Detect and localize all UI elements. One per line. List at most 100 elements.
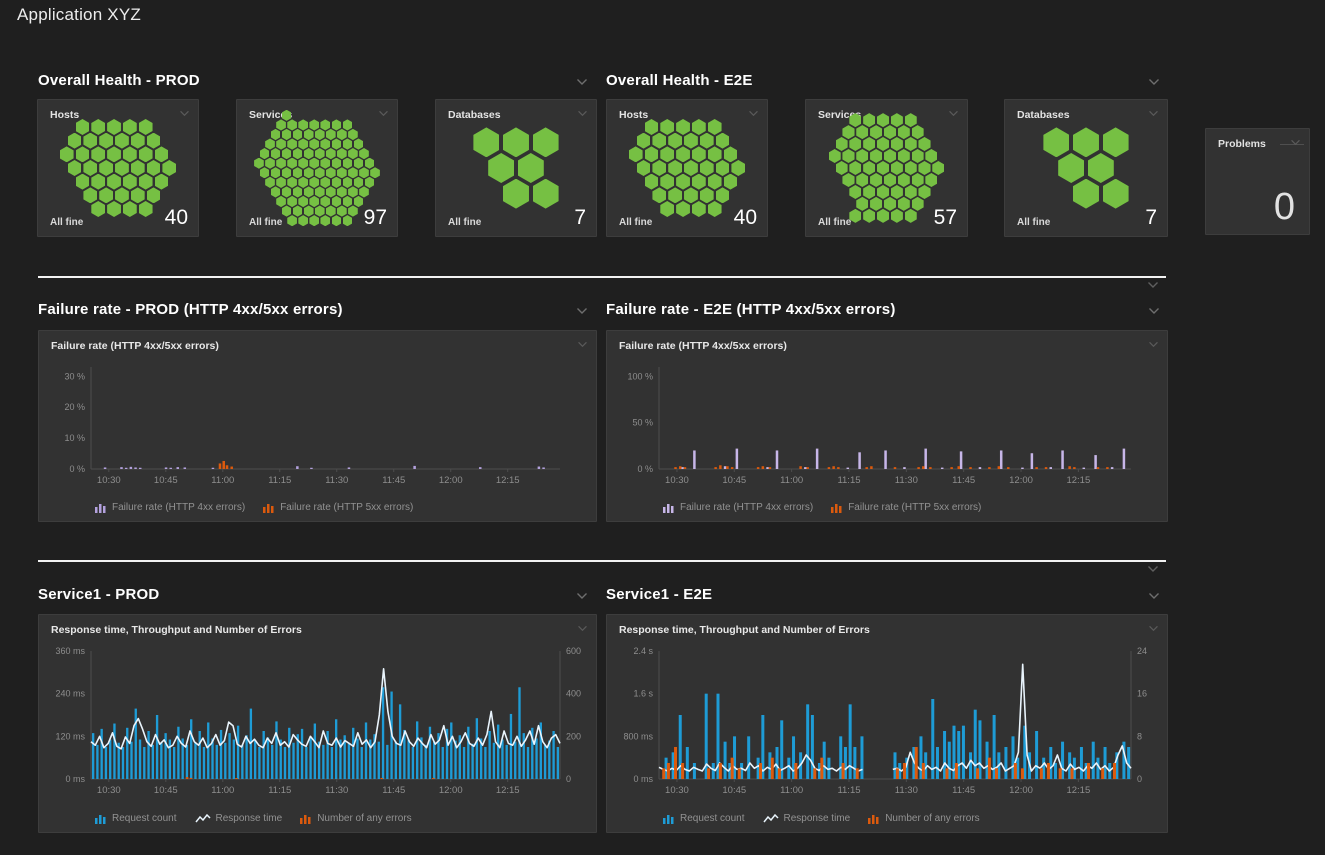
hexagon[interactable] — [354, 138, 364, 149]
legend-item[interactable]: Number of any errors — [300, 813, 411, 824]
hexagon[interactable] — [60, 146, 74, 162]
hexagon[interactable] — [276, 196, 286, 207]
hexagon[interactable] — [645, 146, 659, 162]
hexagon[interactable] — [260, 167, 270, 178]
hexagon[interactable] — [716, 133, 730, 149]
hexagon[interactable] — [271, 148, 281, 159]
hexagon[interactable] — [1073, 127, 1099, 157]
hexagon[interactable] — [645, 174, 659, 190]
chevron-down-icon[interactable] — [577, 625, 588, 632]
hexagon[interactable] — [918, 161, 930, 175]
hexagon[interactable] — [856, 149, 868, 163]
hexagon[interactable] — [315, 167, 325, 178]
hexagon[interactable] — [123, 174, 137, 190]
hexagon[interactable] — [668, 160, 682, 176]
hexagon[interactable] — [115, 187, 129, 203]
chevron-down-icon[interactable] — [577, 110, 588, 117]
hexagon[interactable] — [708, 174, 722, 190]
hexagon[interactable] — [276, 177, 286, 188]
hexagon[interactable] — [877, 185, 889, 199]
hexagon[interactable] — [1088, 153, 1114, 183]
hexagon[interactable] — [155, 146, 169, 162]
hexagon[interactable] — [708, 146, 722, 162]
hexagon[interactable] — [139, 174, 153, 190]
hexagon[interactable] — [287, 158, 297, 169]
hexagon[interactable] — [260, 148, 270, 159]
hexagon[interactable] — [320, 138, 330, 149]
health-tile-services-e2e[interactable]: Services All fine 57 — [805, 99, 968, 237]
hexagon[interactable] — [488, 153, 514, 183]
chevron-down-icon[interactable] — [577, 341, 588, 348]
hexagon[interactable] — [107, 146, 121, 162]
hexagon[interactable] — [652, 133, 666, 149]
hexagon[interactable] — [83, 187, 97, 203]
hexagon[interactable] — [359, 167, 369, 178]
hexagon[interactable] — [884, 125, 896, 139]
service-prod-chart[interactable]: 360 ms240 ms120 ms0 ms600400200010:3010:… — [39, 641, 596, 805]
hexagon[interactable] — [282, 167, 292, 178]
hexagon[interactable] — [668, 133, 682, 149]
hexagon[interactable] — [359, 186, 369, 197]
hexagon[interactable] — [99, 160, 113, 176]
hexagon[interactable] — [293, 167, 303, 178]
hexagon[interactable] — [884, 173, 896, 187]
hexagon[interactable] — [660, 146, 674, 162]
hexagon[interactable] — [870, 173, 882, 187]
hexagon[interactable] — [863, 161, 875, 175]
legend-item[interactable]: Response time — [763, 813, 851, 824]
hexagon[interactable] — [700, 187, 714, 203]
hexagon[interactable] — [503, 179, 529, 209]
hexagon[interactable] — [315, 148, 325, 159]
hexagon[interactable] — [1103, 127, 1129, 157]
hexagon[interactable] — [863, 185, 875, 199]
chevron-down-icon[interactable] — [1148, 78, 1160, 86]
hexagon[interactable] — [877, 137, 889, 151]
hexagon[interactable] — [265, 177, 275, 188]
hexagon[interactable] — [83, 133, 97, 149]
hexagon[interactable] — [76, 146, 90, 162]
health-tile-databases-prod[interactable]: Databases All fine 7 — [435, 99, 597, 237]
hexagon[interactable] — [287, 138, 297, 149]
problems-tile[interactable]: Problems 0 — [1205, 128, 1310, 235]
hexagon[interactable] — [905, 137, 917, 151]
hexagon[interactable] — [293, 129, 303, 140]
hexagon[interactable] — [354, 158, 364, 169]
hexagon[interactable] — [354, 196, 364, 207]
hexagon[interactable] — [337, 148, 347, 159]
hexagon[interactable] — [99, 133, 113, 149]
hexagon[interactable] — [315, 129, 325, 140]
hexagon[interactable] — [309, 138, 319, 149]
hexagon[interactable] — [298, 177, 308, 188]
hexagon[interactable] — [842, 125, 854, 139]
hexagon[interactable] — [131, 160, 145, 176]
hexagon[interactable] — [932, 161, 944, 175]
hexagon[interactable] — [282, 129, 292, 140]
hexagon[interactable] — [282, 148, 292, 159]
legend-item[interactable]: Request count — [663, 813, 745, 824]
hexagon[interactable] — [147, 133, 161, 149]
hexagon[interactable] — [276, 158, 286, 169]
hexagon[interactable] — [849, 137, 861, 151]
hexagon[interactable] — [332, 138, 342, 149]
hexagon[interactable] — [898, 125, 910, 139]
hexagon[interactable] — [147, 187, 161, 203]
health-tile-hosts-e2e[interactable]: Hosts All fine 40 — [606, 99, 768, 237]
hexagon[interactable] — [131, 133, 145, 149]
chevron-down-icon[interactable] — [1148, 341, 1159, 348]
hexagon[interactable] — [332, 196, 342, 207]
hexagon[interactable] — [1043, 127, 1069, 157]
hexagon[interactable] — [692, 174, 706, 190]
hexagon[interactable] — [849, 185, 861, 199]
hexagon[interactable] — [348, 167, 358, 178]
hexagon[interactable] — [891, 137, 903, 151]
hexagon[interactable] — [829, 149, 841, 163]
hexagon[interactable] — [91, 146, 105, 162]
legend-item[interactable]: Number of any errors — [868, 813, 979, 824]
legend-item[interactable]: Failure rate (HTTP 4xx errors) — [663, 502, 813, 513]
hexagon[interactable] — [354, 177, 364, 188]
hexagon[interactable] — [684, 160, 698, 176]
hexagon[interactable] — [891, 161, 903, 175]
hexagon[interactable] — [912, 149, 924, 163]
hexagon[interactable] — [898, 149, 910, 163]
hexagon[interactable] — [91, 174, 105, 190]
